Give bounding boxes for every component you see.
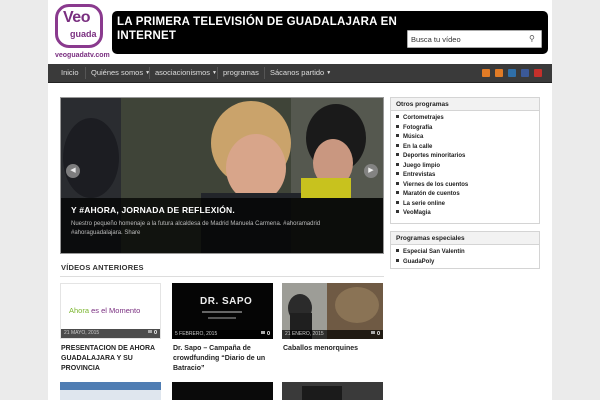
program-link[interactable]: Cortometrajes <box>396 114 539 124</box>
rss-icon[interactable] <box>495 69 503 77</box>
youtube-icon[interactable] <box>534 69 542 77</box>
video-thumbnail[interactable] <box>172 382 273 400</box>
video-title[interactable]: Caballos menorquines <box>283 344 385 354</box>
program-link[interactable]: Viernes de los cuentos <box>396 181 539 191</box>
search-icon[interactable]: ⚲ <box>529 34 538 43</box>
program-list: Especial San Valentín GuadaPoly <box>391 245 539 267</box>
nav-divider <box>217 67 218 79</box>
program-link[interactable]: GuadaPoly <box>396 258 539 268</box>
video-thumbnail[interactable]: 21 ENERO, 2015 0 <box>282 283 383 339</box>
program-link[interactable]: Deportes minoritarios <box>396 152 539 162</box>
nav-item-programas[interactable]: programas <box>223 68 259 77</box>
logo-url: veoguadatv.com <box>55 52 110 59</box>
site-logo[interactable]: Veo guada veoguadatv.com <box>55 4 110 62</box>
nav-item-quienes-somos[interactable]: Quiénes somos ▼ <box>91 68 150 77</box>
rss-icon[interactable] <box>482 69 490 77</box>
widget-title: Programas especiales <box>391 232 539 245</box>
site-tagline: LA PRIMERA TELEVISIÓN DE GUADALAJARA EN … <box>117 16 397 42</box>
facebook-icon[interactable] <box>521 69 529 77</box>
nav-item-inicio[interactable]: Inicio <box>61 68 79 77</box>
thumbnail-image <box>60 390 161 400</box>
video-thumbnail[interactable]: DR. SAPO 5 FEBRERO, 2015 0 <box>172 283 273 339</box>
featured-title[interactable]: Y #AHORA, JORNADA DE REFLEXIÓN. <box>71 205 235 215</box>
thumbnail-line <box>208 317 236 319</box>
slider-caption: Y #AHORA, JORNADA DE REFLEXIÓN. Nuestro … <box>61 198 383 253</box>
video-meta: 21 ENERO, 2015 0 <box>282 330 383 339</box>
logo-badge: Veo guada <box>55 4 103 48</box>
nav-divider <box>264 67 265 79</box>
widget-title: Otros programas <box>391 98 539 111</box>
program-link[interactable]: Entrevistas <box>396 171 539 181</box>
featured-slider[interactable]: ◀ ▶ Y #AHORA, JORNADA DE REFLEXIÓN. Nues… <box>60 97 384 254</box>
google-plus-icon[interactable] <box>508 69 516 77</box>
thumbnail-image <box>302 386 342 400</box>
video-thumbnail[interactable] <box>282 382 383 400</box>
main-nav: Inicio Quiénes somos ▼ asociacionismos ▼ p… <box>48 64 552 83</box>
search-box: ⚲ <box>407 30 542 48</box>
search-input[interactable] <box>411 33 521 45</box>
section-title: VÍDEOS ANTERIORES <box>61 263 144 272</box>
slider-next-icon[interactable]: ▶ <box>364 164 378 178</box>
divider <box>60 276 384 277</box>
video-thumbnail[interactable]: Ahora es el Momento 21 MAYO, 2015 0 <box>60 283 161 339</box>
logo-veo-text: Veo <box>63 9 90 26</box>
chevron-down-icon: ▼ <box>326 70 332 76</box>
thumbnail-text: DR. SAPO <box>200 296 253 307</box>
program-link[interactable]: VeoMagia <box>396 209 539 219</box>
nav-item-asociacionismos[interactable]: asociacionismos ▼ <box>155 68 217 77</box>
nav-divider <box>85 67 86 79</box>
logo-guada-text: guada <box>70 29 97 39</box>
header-banner: LA PRIMERA TELEVISIÓN DE GUADALAJARA EN … <box>112 11 548 54</box>
video-meta: 5 FEBRERO, 2015 0 <box>172 330 273 339</box>
video-thumbnail[interactable] <box>60 382 161 400</box>
program-link[interactable]: Fotografía <box>396 124 539 134</box>
program-link[interactable]: Especial San Valentín <box>396 248 539 258</box>
program-link[interactable]: En la calle <box>396 143 539 153</box>
slider-prev-icon[interactable]: ◀ <box>66 164 80 178</box>
program-link[interactable]: Juego limpio <box>396 162 539 172</box>
video-title[interactable]: PRESENTACION DE AHORA GUADALAJARA Y SU P… <box>61 344 163 374</box>
featured-description: Nuestro pequeño homenaje a la futura alc… <box>71 221 321 236</box>
program-link[interactable]: Música <box>396 133 539 143</box>
nav-item-sacanos-partido[interactable]: Sácanos partido ▼ <box>270 68 331 77</box>
widget-programas-especiales: Programas especiales Especial San Valent… <box>390 231 540 269</box>
program-link[interactable]: La serie online <box>396 200 539 210</box>
video-title[interactable]: Dr. Sapo – Campaña de crowdfunding “Diar… <box>173 344 275 374</box>
widget-otros-programas: Otros programas Cortometrajes Fotografía… <box>390 97 540 224</box>
thumbnail-line <box>202 311 242 313</box>
comment-count: 0 <box>261 330 270 339</box>
thumbnail-text: Ahora es el Momento <box>69 306 141 315</box>
video-meta: 21 MAYO, 2015 0 <box>61 329 160 338</box>
comment-count: 0 <box>148 329 157 338</box>
program-link[interactable]: Maratón de cuentos <box>396 190 539 200</box>
comment-count: 0 <box>371 330 380 339</box>
program-list: Cortometrajes Fotografía Música En la ca… <box>391 111 539 219</box>
nav-divider <box>149 67 150 79</box>
page: Veo guada veoguadatv.com LA PRIMERA TELE… <box>48 0 552 400</box>
